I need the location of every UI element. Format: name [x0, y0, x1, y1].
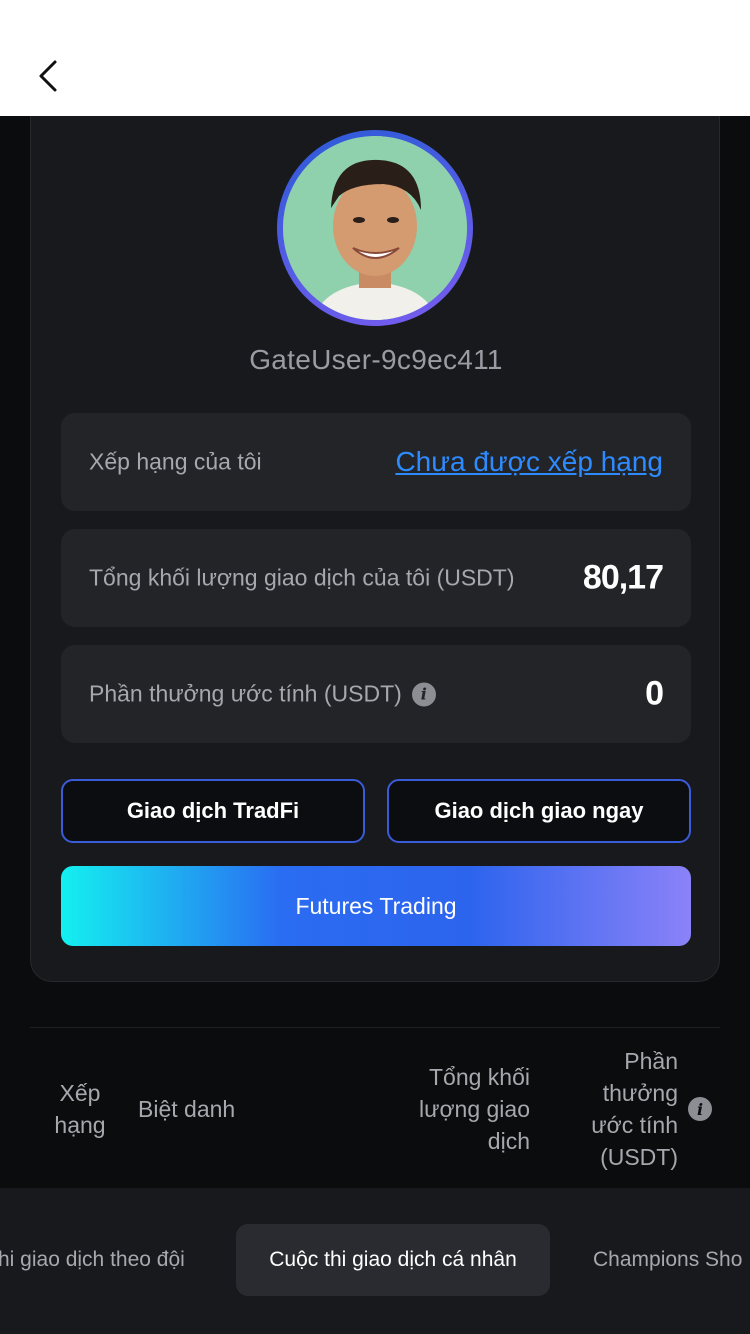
- avatar-illustration: [283, 136, 467, 320]
- tab-individual-competition[interactable]: Cuộc thi giao dịch cá nhân: [236, 1224, 550, 1296]
- header-volume-line: Tổng khối: [428, 1064, 530, 1090]
- header-reward-line: thưởng: [602, 1080, 678, 1106]
- header-rank-line: Xếp: [59, 1080, 101, 1106]
- header-volume-line: lượng giao: [418, 1096, 530, 1122]
- top-navigation-bar: [0, 0, 750, 116]
- header-reward-line: (USDT): [600, 1144, 678, 1170]
- header-nickname: Biệt danh: [138, 1096, 236, 1122]
- avatar: [283, 136, 467, 320]
- futures-trading-button[interactable]: Futures Trading: [61, 866, 691, 946]
- info-icon[interactable]: i: [411, 682, 436, 706]
- tradfi-trade-button[interactable]: Giao dịch TradFi: [61, 779, 365, 843]
- my-rank-label: Xếp hạng của tôi: [89, 448, 262, 475]
- header-reward-line: ước tính: [591, 1112, 678, 1138]
- header-reward: Phần thưởng ước tính (USDT): [568, 1045, 678, 1173]
- divider: [30, 1027, 720, 1028]
- estimated-reward-label: Phần thưởng ước tính (USDT): [89, 680, 402, 707]
- spot-trade-button[interactable]: Giao dịch giao ngay: [387, 779, 691, 843]
- my-volume-label: Tổng khối lượng giao dịch của tôi (USDT): [89, 564, 515, 591]
- my-volume-row: Tổng khối lượng giao dịch của tôi (USDT)…: [61, 529, 691, 627]
- my-volume-value: 80,17: [582, 558, 664, 597]
- reward-info-icon[interactable]: i: [688, 1097, 712, 1121]
- username: GateUser-9c9ec411: [249, 344, 503, 375]
- header-volume: Tổng khối lượng giao dịch: [398, 1061, 530, 1157]
- profile-card: GateUser-9c9ec411 Xếp hạng của tôi Chưa …: [30, 116, 720, 982]
- estimated-reward-row: Phần thưởng ước tính (USDT) i 0: [61, 645, 691, 743]
- chevron-left-icon: [39, 60, 57, 92]
- avatar-ring: [277, 130, 473, 326]
- back-button[interactable]: [28, 56, 68, 96]
- tab-team-competition[interactable]: hi giao dịch theo đội: [0, 1248, 185, 1272]
- rank-status-link[interactable]: Chưa được xếp hạng: [395, 446, 663, 478]
- header-volume-line: dịch: [487, 1128, 530, 1154]
- header-reward-line: Phần: [624, 1048, 678, 1074]
- my-rank-row: Xếp hạng của tôi Chưa được xếp hạng: [61, 413, 691, 511]
- estimated-reward-value: 0: [645, 674, 664, 713]
- header-rank-line: hạng: [54, 1112, 106, 1138]
- tab-champions-show[interactable]: Champions Sho: [593, 1248, 742, 1272]
- header-rank: Xếp hạng: [50, 1077, 110, 1141]
- competition-tabs: hi giao dịch theo đội Cuộc thi giao dịch…: [0, 1188, 750, 1334]
- estimated-reward-label-group: Phần thưởng ước tính (USDT) i: [89, 681, 436, 708]
